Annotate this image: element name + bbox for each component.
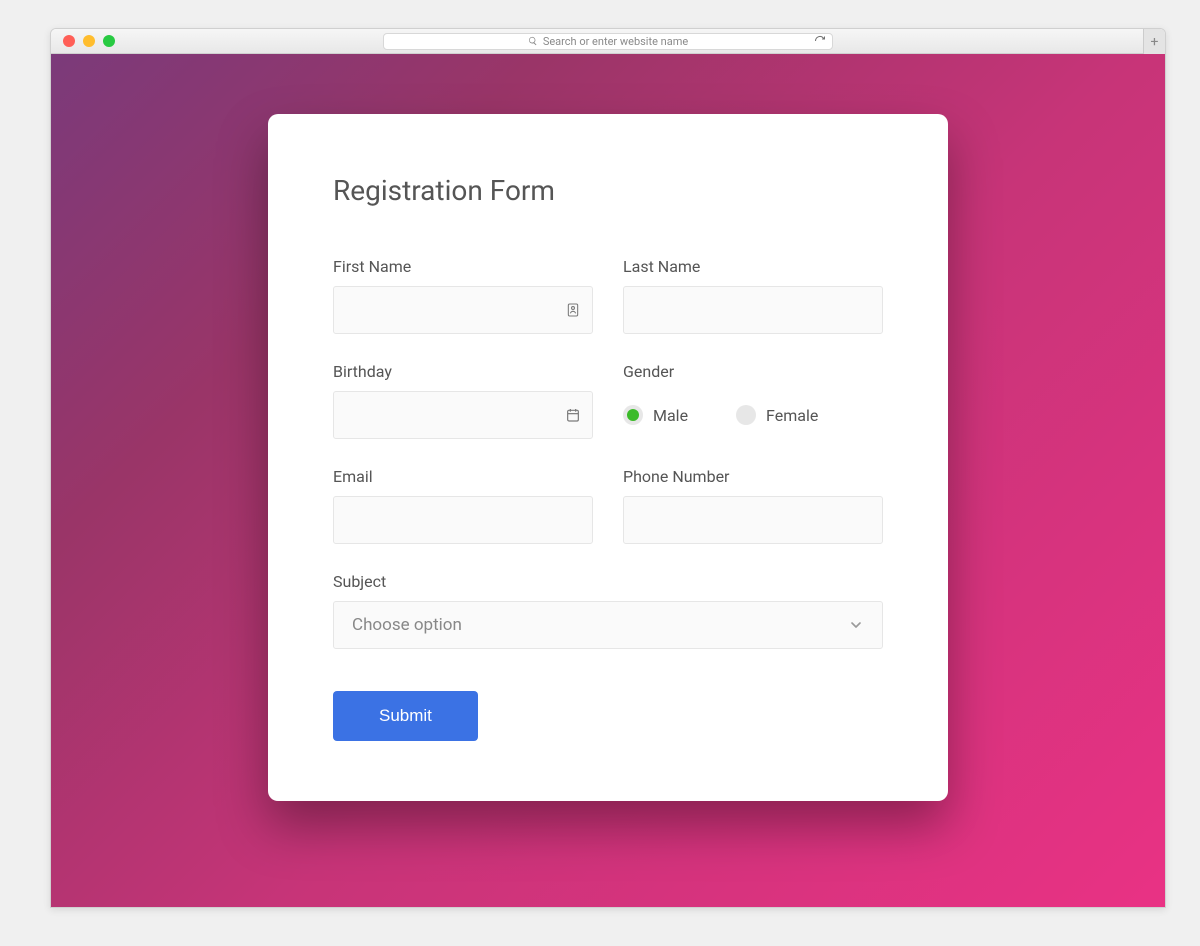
- subject-select[interactable]: Choose option: [333, 601, 883, 649]
- browser-window: Search or enter website name + Registrat…: [50, 28, 1166, 908]
- phone-input[interactable]: [623, 496, 883, 544]
- search-icon: [528, 36, 538, 46]
- contact-card-icon: [565, 302, 581, 318]
- radio-icon: [623, 405, 643, 425]
- gender-radio-group: Male Female: [623, 391, 883, 439]
- gender-female-label: Female: [766, 406, 818, 425]
- page-title: Registration Form: [333, 174, 883, 207]
- subject-label: Subject: [333, 572, 883, 591]
- phone-label: Phone Number: [623, 467, 883, 486]
- close-window-button[interactable]: [63, 35, 75, 47]
- browser-toolbar: Search or enter website name +: [51, 29, 1165, 54]
- window-controls: [51, 35, 115, 47]
- last-name-label: Last Name: [623, 257, 883, 276]
- last-name-input[interactable]: [623, 286, 883, 334]
- email-input[interactable]: [333, 496, 593, 544]
- page-viewport: Registration Form First Name Last Nam: [51, 54, 1165, 907]
- birthday-label: Birthday: [333, 362, 593, 381]
- maximize-window-button[interactable]: [103, 35, 115, 47]
- email-label: Email: [333, 467, 593, 486]
- subject-selected-value: Choose option: [352, 615, 462, 635]
- address-bar[interactable]: Search or enter website name: [383, 33, 833, 50]
- gender-radio-female[interactable]: Female: [736, 405, 818, 425]
- reload-button[interactable]: [814, 35, 826, 47]
- submit-button[interactable]: Submit: [333, 691, 478, 741]
- address-placeholder: Search or enter website name: [543, 35, 688, 48]
- new-tab-button[interactable]: +: [1143, 29, 1165, 54]
- birthday-input[interactable]: [333, 391, 593, 439]
- gender-radio-male[interactable]: Male: [623, 405, 688, 425]
- gender-male-label: Male: [653, 406, 688, 425]
- registration-card: Registration Form First Name Last Nam: [268, 114, 948, 801]
- minimize-window-button[interactable]: [83, 35, 95, 47]
- calendar-icon[interactable]: [565, 407, 581, 423]
- gender-label: Gender: [623, 362, 883, 381]
- first-name-input[interactable]: [333, 286, 593, 334]
- radio-icon: [736, 405, 756, 425]
- chevron-down-icon: [848, 617, 864, 633]
- first-name-label: First Name: [333, 257, 593, 276]
- registration-form: First Name Last Name: [333, 257, 883, 741]
